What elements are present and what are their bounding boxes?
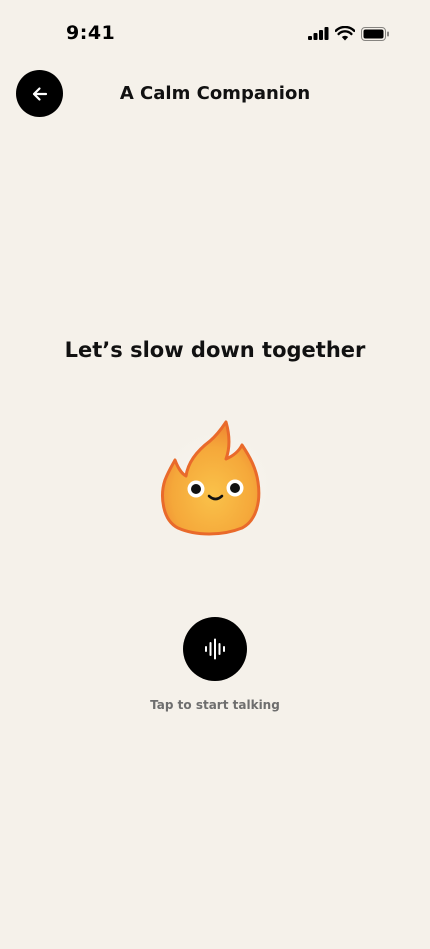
header: A Calm Companion (0, 70, 430, 120)
status-icons (308, 26, 390, 41)
wifi-icon (335, 26, 355, 41)
battery-icon (361, 26, 389, 41)
right-eye (226, 479, 244, 497)
tap-hint: Tap to start talking (150, 698, 280, 712)
voice-waveform-icon (205, 638, 225, 660)
page-title: A Calm Companion (119, 83, 311, 104)
headline: Let’s slow down together (64, 338, 366, 362)
start-talking-button[interactable] (183, 617, 247, 681)
status-time: 9:41 (66, 22, 116, 44)
flame-mascot (154, 418, 278, 542)
left-eye (187, 480, 205, 498)
status-bar: 9:41 (0, 0, 430, 60)
cellular-signal-icon (308, 27, 329, 40)
